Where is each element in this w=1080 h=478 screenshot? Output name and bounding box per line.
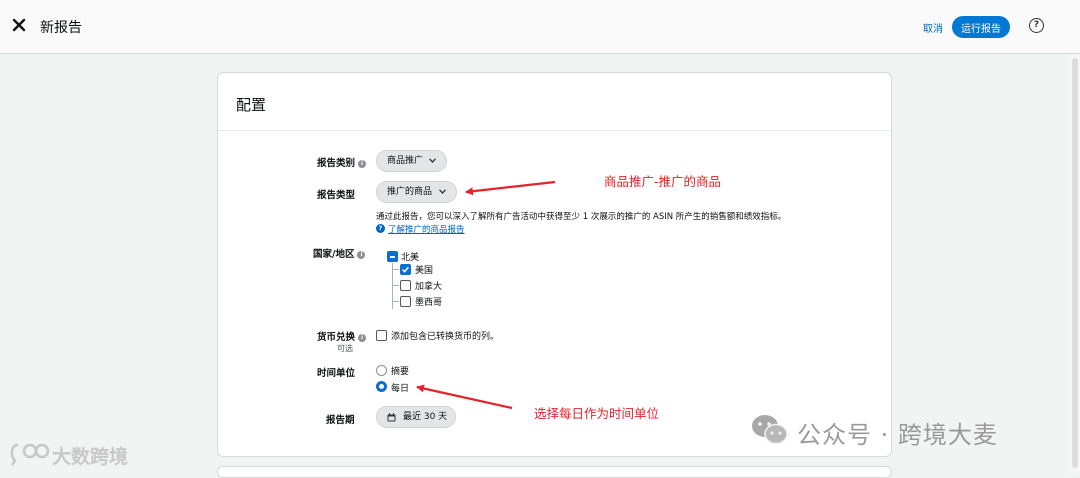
- wechat-logo-icon: [752, 415, 788, 445]
- arrow-time-unit: [416, 384, 513, 410]
- annotation-time-unit: 选择每日作为时间单位: [534, 406, 660, 421]
- watermark-right: 公众号 · 跨境大麦: [797, 421, 998, 449]
- annotation-report-type: 商品推广-推广的商品: [604, 174, 722, 189]
- watermark-left: 大数跨境: [52, 446, 129, 468]
- arrow-report-type: [465, 180, 556, 196]
- brand-logo-icon: [10, 443, 50, 466]
